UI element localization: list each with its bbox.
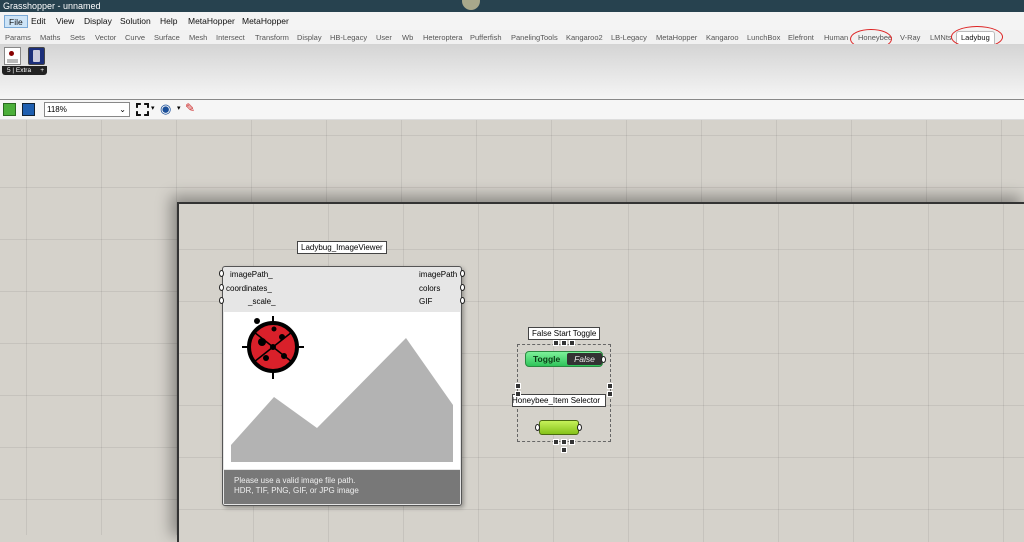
- ladybug-logo-icon: [242, 316, 304, 379]
- message-line-1: Please use a valid image file path.: [234, 476, 356, 485]
- tab-kangaroo2[interactable]: Kangaroo2: [566, 33, 603, 42]
- boolean-toggle[interactable]: Toggle False: [525, 351, 603, 367]
- ladybug-imageviewer-component[interactable]: imagePath_ coordinates_ _scale_ imagePat…: [222, 266, 462, 506]
- window-title: Grasshopper - unnamed: [3, 1, 101, 11]
- placeholder-image: [231, 316, 453, 462]
- image-viewer-tool-icon[interactable]: [4, 47, 21, 65]
- error-message-panel: Please use a valid image file path. HDR,…: [224, 470, 460, 504]
- tab-lunchbox[interactable]: LunchBox: [747, 33, 780, 42]
- zoom-value: 118%: [47, 105, 67, 114]
- tab-transform[interactable]: Transform: [255, 33, 289, 42]
- zui-handle-icon[interactable]: [569, 439, 575, 445]
- zui-handle-icon[interactable]: [515, 391, 521, 397]
- dropdown-arrow-icon[interactable]: ▾: [151, 104, 155, 112]
- tab-lb-legacy[interactable]: LB-Legacy: [611, 33, 647, 42]
- input-port[interactable]: [535, 424, 540, 431]
- zui-handle-icon[interactable]: [553, 439, 559, 445]
- title-bar: Grasshopper - unnamed: [0, 0, 1024, 12]
- zui-handle-icon[interactable]: [569, 340, 575, 346]
- zoom-extents-icon[interactable]: [136, 103, 149, 116]
- zoom-select[interactable]: 118% ⌄: [44, 102, 130, 117]
- output-gif[interactable]: GIF: [419, 297, 432, 306]
- image-preview: [224, 312, 460, 469]
- ribbon-group-label[interactable]: 5 | Extra +: [2, 66, 47, 75]
- tab-user[interactable]: User: [376, 33, 392, 42]
- tab-elefront[interactable]: Elefront: [788, 33, 814, 42]
- item-selector-component[interactable]: [539, 420, 579, 435]
- toggle-value[interactable]: False: [567, 353, 602, 365]
- tab-params[interactable]: Params: [5, 33, 31, 42]
- toggle-label: Toggle: [533, 354, 561, 364]
- ribbon-panel: 5 | Extra +: [0, 44, 1024, 100]
- tab-panelingtools[interactable]: PanelingTools: [511, 33, 558, 42]
- eye-preview-icon[interactable]: ◉: [160, 101, 171, 117]
- menu-solution[interactable]: Solution: [116, 15, 155, 28]
- chevron-down-icon: ⌄: [119, 105, 126, 114]
- menu-view[interactable]: View: [52, 15, 78, 28]
- toggle-tool-icon[interactable]: [28, 47, 45, 65]
- save-file-icon[interactable]: [22, 103, 35, 116]
- sketch-pen-icon[interactable]: ✎: [185, 101, 195, 115]
- open-file-icon[interactable]: [3, 103, 16, 116]
- zui-handle-icon[interactable]: [607, 383, 613, 389]
- input-port[interactable]: [219, 270, 224, 277]
- dropdown-arrow-icon[interactable]: ▾: [177, 104, 181, 112]
- tab-maths[interactable]: Maths: [40, 33, 60, 42]
- zui-handle-icon[interactable]: [561, 447, 567, 453]
- zui-handle-icon[interactable]: [553, 340, 559, 346]
- input-port[interactable]: [219, 297, 224, 304]
- tab-hb-legacy[interactable]: HB-Legacy: [330, 33, 367, 42]
- tab-metahopper[interactable]: MetaHopper: [656, 33, 697, 42]
- output-port[interactable]: [601, 356, 606, 363]
- output-port[interactable]: [460, 297, 465, 304]
- tab-curve[interactable]: Curve: [125, 33, 145, 42]
- output-port[interactable]: [460, 270, 465, 277]
- input-imagepath[interactable]: imagePath_: [230, 270, 273, 279]
- message-line-2: HDR, TIF, PNG, GIF, or JPG image: [234, 486, 359, 495]
- zui-handle-icon[interactable]: [607, 391, 613, 397]
- toggle-nickname-label: False Start Toggle: [528, 327, 601, 340]
- canvas-toolbar: 118% ⌄ ▾ ◉ ▾ ✎: [0, 100, 1024, 120]
- tab-human[interactable]: Human: [824, 33, 848, 42]
- tab-surface[interactable]: Surface: [154, 33, 180, 42]
- component-nickname-label: Ladybug_ImageViewer: [297, 241, 387, 254]
- menu-metahopper-2[interactable]: MetaHopper: [238, 15, 293, 28]
- group-label-text: 5 | Extra: [7, 67, 32, 74]
- output-imagepath[interactable]: imagePath: [419, 270, 457, 279]
- zui-handle-icon[interactable]: [561, 439, 567, 445]
- selector-nickname-label: Honeybee_Item Selector: [512, 394, 606, 407]
- tab-display[interactable]: Display: [297, 33, 322, 42]
- input-port[interactable]: [219, 284, 224, 291]
- tab-v-ray[interactable]: V-Ray: [900, 33, 920, 42]
- menu-metahopper[interactable]: MetaHopper: [184, 15, 239, 28]
- zui-handle-icon[interactable]: [561, 340, 567, 346]
- input-scale[interactable]: _scale_: [248, 297, 276, 306]
- zui-handle-icon[interactable]: [515, 383, 521, 389]
- tab-mesh[interactable]: Mesh: [189, 33, 207, 42]
- tab-heteroptera[interactable]: Heteroptera: [423, 33, 463, 42]
- menu-help[interactable]: Help: [156, 15, 181, 28]
- tab-wb[interactable]: Wb: [402, 33, 413, 42]
- expand-icon[interactable]: +: [40, 66, 44, 75]
- input-coordinates[interactable]: coordinates_: [226, 284, 272, 293]
- output-port[interactable]: [577, 424, 582, 431]
- tab-kangaroo[interactable]: Kangaroo: [706, 33, 739, 42]
- tab-intersect[interactable]: Intersect: [216, 33, 245, 42]
- tab-pufferfish[interactable]: Pufferfish: [470, 33, 502, 42]
- menu-edit[interactable]: Edit: [27, 15, 50, 28]
- tab-sets[interactable]: Sets: [70, 33, 85, 42]
- menu-file[interactable]: File: [4, 15, 28, 28]
- output-colors[interactable]: colors: [419, 284, 440, 293]
- tab-lmnts[interactable]: LMNts: [930, 33, 952, 42]
- menu-display[interactable]: Display: [80, 15, 116, 28]
- tab-vector[interactable]: Vector: [95, 33, 116, 42]
- output-port[interactable]: [460, 284, 465, 291]
- menu-bar: File Edit View Display Solution Help Met…: [0, 12, 1024, 30]
